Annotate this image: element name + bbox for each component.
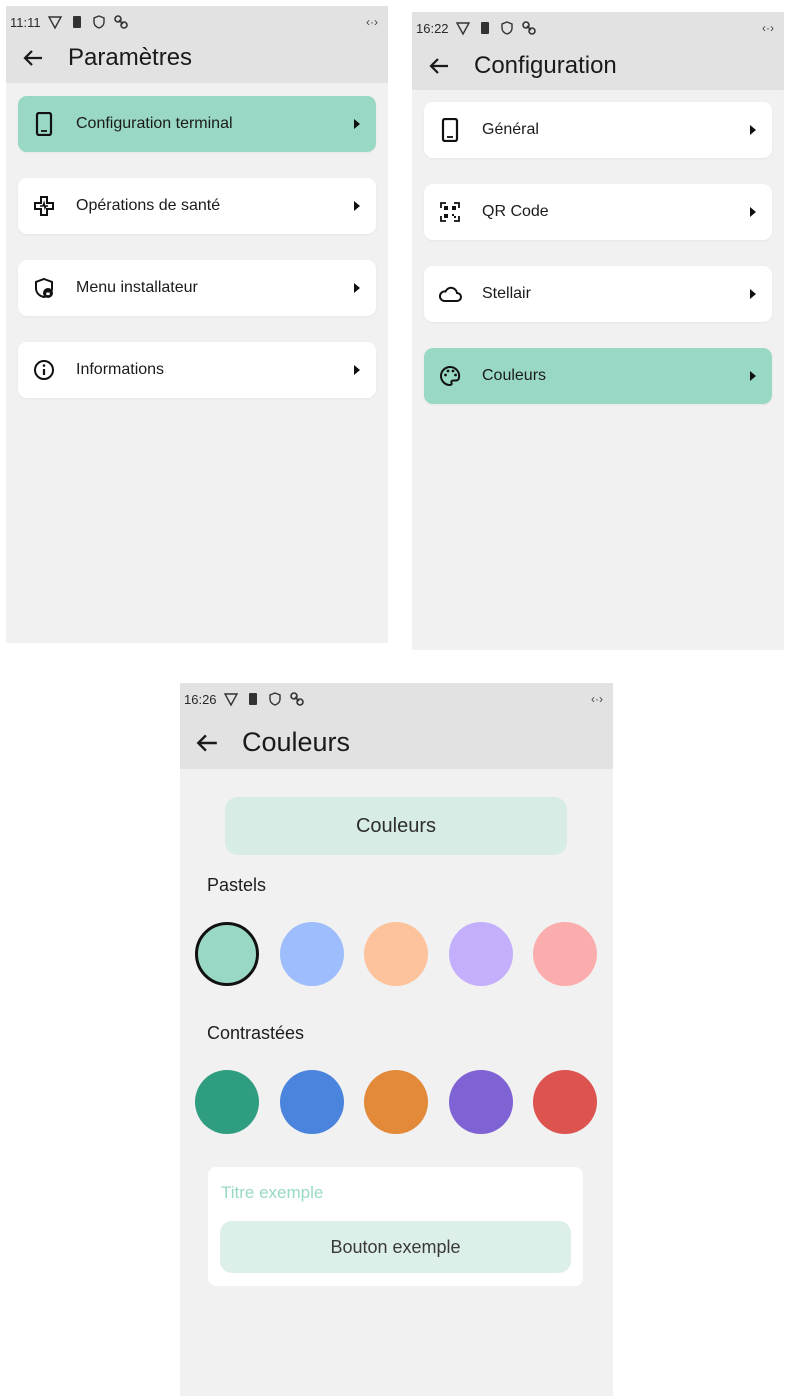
pastel-swatch-2[interactable]	[279, 922, 344, 986]
menu-item-configuration-terminal[interactable]: Configuration terminal	[18, 96, 376, 152]
menu-item-informations[interactable]: Informations	[18, 342, 376, 398]
caret-right-icon	[748, 206, 758, 218]
page-title: Paramètres	[68, 44, 193, 71]
couleurs-screen: 16:26 ‹·› Couleurs Couleurs Pastels Cont…	[180, 683, 613, 1396]
menu-item-label: Stellair	[482, 285, 531, 302]
example-button[interactable]: Bouton exemple	[220, 1221, 571, 1273]
menu-item-label: Couleurs	[482, 367, 547, 384]
back-arrow-icon[interactable]	[20, 45, 46, 71]
menu-item-stellair[interactable]: Stellair	[424, 266, 772, 322]
contrasted-label: Contrastées	[207, 1023, 305, 1043]
page-title: Configuration	[474, 52, 617, 79]
network-indicator: ‹·›	[591, 692, 603, 706]
menu-item-couleurs[interactable]: Couleurs	[424, 348, 772, 404]
menu-item-general[interactable]: Général	[424, 102, 772, 158]
vpn-icon	[223, 691, 239, 707]
sim-icon	[477, 20, 493, 36]
menu-item-operations-sante[interactable]: Opérations de santé	[18, 178, 376, 234]
status-time: 16:26	[184, 691, 217, 707]
status-bar: 16:26 ‹·›	[184, 689, 603, 709]
caret-right-icon	[748, 370, 758, 382]
back-arrow-icon[interactable]	[426, 53, 452, 79]
pastel-swatch-4[interactable]	[448, 922, 513, 986]
smartphone-icon	[438, 118, 462, 142]
menu-item-label: QR Code	[482, 203, 549, 220]
link-icon	[521, 20, 537, 36]
top-app-bar: 11:11 ‹·› Paramètres	[6, 6, 388, 83]
shield-icon	[91, 14, 107, 30]
menu-item-label: Configuration terminal	[76, 115, 233, 132]
caret-right-icon	[352, 364, 362, 376]
caret-right-icon	[748, 288, 758, 300]
link-icon	[289, 691, 305, 707]
preview-card: Titre exemple Bouton exemple	[208, 1167, 583, 1286]
cloud-icon	[438, 282, 462, 306]
menu-item-label: Informations	[76, 361, 165, 378]
sim-icon	[245, 691, 261, 707]
contrasted-swatch-3[interactable]	[364, 1070, 428, 1134]
menu-item-label: Menu installateur	[76, 279, 198, 296]
pastels-label: Pastels	[207, 875, 267, 895]
configuration-screen: 16:22 ‹·› Configuration Général QR Code …	[412, 12, 784, 650]
shield-icon	[499, 20, 515, 36]
back-arrow-icon[interactable]	[194, 730, 220, 756]
smartphone-icon	[32, 112, 56, 136]
configuration-menu: Général QR Code Stellair Couleurs	[424, 102, 772, 430]
medical-cross-icon	[32, 194, 56, 218]
shield-lock-icon	[32, 276, 56, 300]
contrasted-swatch-1[interactable]	[195, 1070, 259, 1134]
vpn-icon	[455, 20, 471, 36]
contrasted-swatch-2[interactable]	[279, 1070, 344, 1134]
caret-right-icon	[352, 282, 362, 294]
info-icon	[32, 358, 56, 382]
menu-item-menu-installateur[interactable]: Menu installateur	[18, 260, 376, 316]
vpn-icon	[47, 14, 63, 30]
couleurs-button[interactable]: Couleurs	[225, 797, 567, 855]
top-app-bar: 16:26 ‹·› Couleurs	[180, 683, 613, 769]
sim-icon	[69, 14, 85, 30]
caret-right-icon	[352, 118, 362, 130]
status-bar: 16:22 ‹·›	[416, 18, 774, 38]
menu-item-label: Opérations de santé	[76, 197, 221, 214]
network-indicator: ‹·›	[762, 21, 774, 35]
page-title: Couleurs	[242, 727, 351, 757]
contrasted-swatch-5[interactable]	[533, 1070, 597, 1134]
status-bar: 11:11 ‹·›	[10, 12, 378, 32]
example-title: Titre exemple	[221, 1183, 324, 1202]
pastel-swatch-1[interactable]	[195, 922, 259, 986]
caret-right-icon	[748, 124, 758, 136]
contrasted-swatches	[195, 1070, 597, 1134]
qr-code-icon	[438, 200, 462, 224]
pastel-swatch-3[interactable]	[364, 922, 428, 986]
parametres-screen: 11:11 ‹·› Paramètres Configuration termi…	[6, 6, 388, 643]
status-time: 11:11	[10, 14, 41, 30]
status-time: 16:22	[416, 20, 449, 36]
top-app-bar: 16:22 ‹·› Configuration	[412, 12, 784, 90]
menu-item-qr-code[interactable]: QR Code	[424, 184, 772, 240]
shield-icon	[267, 691, 283, 707]
palette-icon	[438, 364, 462, 388]
network-indicator: ‹·›	[366, 15, 378, 29]
pastel-swatches	[195, 922, 597, 986]
settings-menu: Configuration terminal Opérations de san…	[18, 96, 376, 424]
pastel-swatch-5[interactable]	[533, 922, 597, 986]
link-icon	[113, 14, 129, 30]
contrasted-swatch-4[interactable]	[448, 1070, 513, 1134]
menu-item-label: Général	[482, 121, 539, 138]
caret-right-icon	[352, 200, 362, 212]
